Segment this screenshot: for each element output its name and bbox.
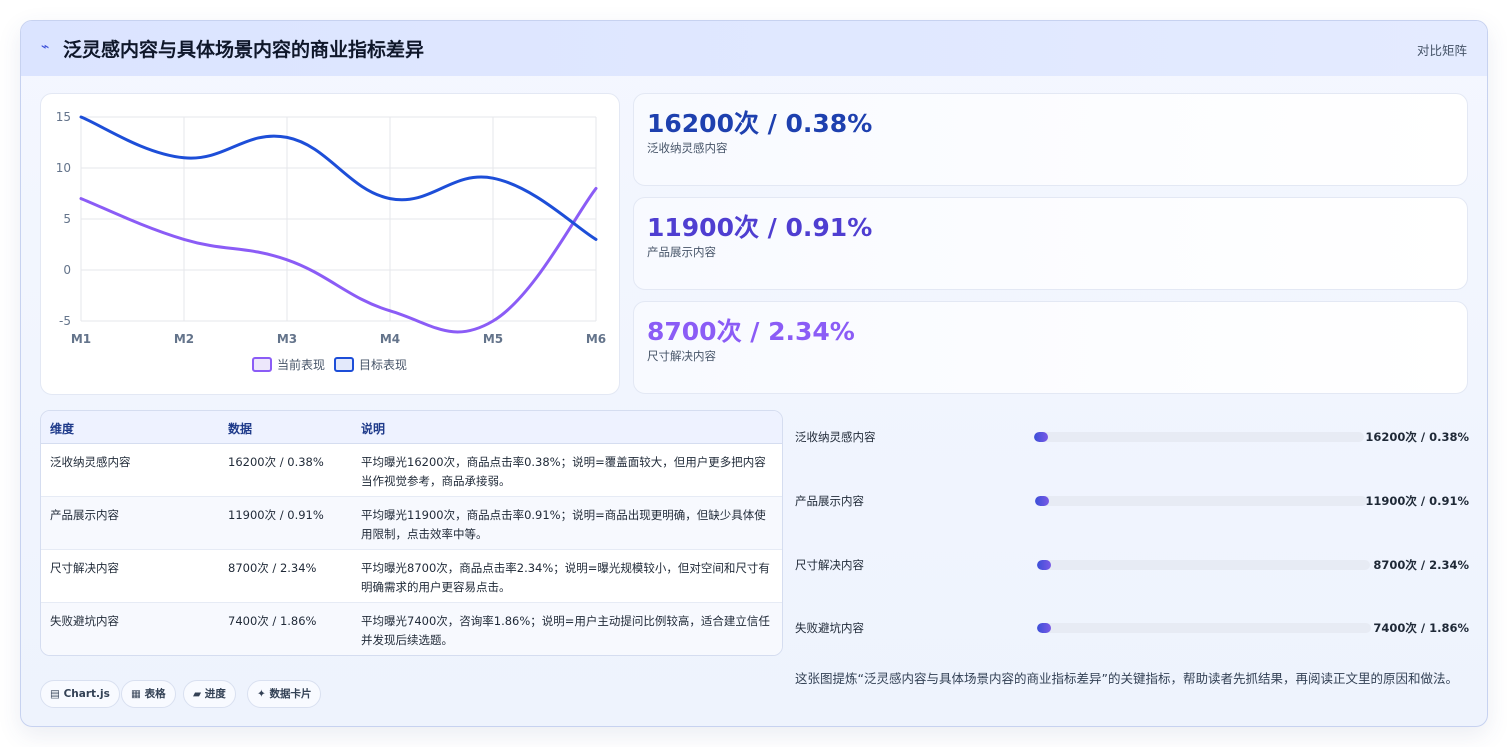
- column-header-dimension: 维度: [50, 422, 75, 436]
- cell-data: 8700次 / 2.34%: [228, 561, 317, 575]
- progress-value: 7400次 / 1.86%: [1373, 621, 1469, 635]
- progress-value: 16200次 / 0.38%: [1365, 430, 1469, 444]
- progress-row: 产品展示内容 11900次 / 0.91%: [795, 491, 1469, 511]
- stat-value: 16200次 / 0.38%: [647, 109, 873, 138]
- column-header-data: 数据: [228, 422, 253, 436]
- table-row: 泛收纳灵感内容 16200次 / 0.38% 平均曝光16200次，商品点击率0…: [41, 444, 782, 497]
- summary-note: 这张图提炼“泛灵感内容与具体场景内容的商业指标差异”的关键指标，帮助读者先抓结果…: [795, 671, 1458, 686]
- card-title: 泛灵感内容与具体场景内容的商业指标差异: [63, 39, 425, 61]
- comparison-card: ⌁ 泛灵感内容与具体场景内容的商业指标差异 对比矩阵 15 10 5 0 -5 M1 M2 M…: [20, 20, 1488, 727]
- line-chart: 15 10 5 0 -5 M1 M2 M3 M4 M5 M6 当前表现 目标表现: [40, 93, 620, 395]
- progress-row: 泛收纳灵感内容 16200次 / 0.38%: [795, 427, 1469, 447]
- series-line-2: [79, 115, 598, 241]
- y-tick-label: 10: [56, 161, 71, 175]
- data-table: 维度 数据 说明 泛收纳灵感内容 16200次 / 0.38% 平均曝光1620…: [40, 410, 783, 656]
- progress-fill: [1037, 560, 1051, 570]
- progress-fill: [1034, 432, 1048, 442]
- stat-value: 8700次 / 2.34%: [647, 317, 855, 346]
- legend-swatch: [334, 357, 354, 372]
- line-chart-svg: 15 10 5 0 -5M1 M2 M3 M4 M5 M6 当前表现 目标表现: [56, 110, 606, 372]
- cell-data: 16200次 / 0.38%: [228, 455, 324, 469]
- stat-value: 11900次 / 0.91%: [647, 213, 873, 242]
- table-row: 失败避坑内容 7400次 / 1.86% 平均曝光7400次，咨询率1.86%；…: [41, 603, 782, 655]
- stat-card-2: 11900次 / 0.91% 产品展示内容: [633, 197, 1468, 290]
- y-tick-label: 15: [56, 110, 71, 124]
- chip-chartjs[interactable]: ▤ Chart.js: [40, 680, 120, 708]
- progress-label: 泛收纳灵感内容: [795, 430, 876, 444]
- chip-table[interactable]: ▦ 表格: [121, 680, 176, 708]
- progress-value: 11900次 / 0.91%: [1365, 494, 1469, 508]
- cell-dimension: 失败避坑内容: [50, 614, 119, 628]
- y-tick-label: 5: [63, 212, 71, 226]
- progress-label: 失败避坑内容: [795, 621, 864, 635]
- cell-dimension: 尺寸解决内容: [50, 561, 119, 575]
- chip-progress[interactable]: ▰ 进度: [183, 680, 236, 708]
- progress-row: 失败避坑内容 7400次 / 1.86%: [795, 618, 1469, 638]
- x-tick-label: M5: [483, 332, 503, 346]
- series-line-1: [79, 186, 598, 334]
- progress-value: 8700次 / 2.34%: [1373, 558, 1469, 572]
- card-header: ⌁ 泛灵感内容与具体场景内容的商业指标差异 对比矩阵: [21, 21, 1487, 76]
- x-tick-label: M4: [380, 332, 400, 346]
- cell-data: 11900次 / 0.91%: [228, 508, 324, 522]
- chip-data-card[interactable]: ✦ 数据卡片: [247, 680, 322, 708]
- cell-dimension: 泛收纳灵感内容: [50, 455, 131, 469]
- progress-track: [1037, 623, 1371, 633]
- progress-track: [1035, 496, 1367, 506]
- header-tag: 对比矩阵: [1416, 43, 1467, 58]
- table-row: 尺寸解决内容 8700次 / 2.34% 平均曝光8700次，商品点击率2.34…: [41, 550, 782, 603]
- x-tick-label: M2: [174, 332, 194, 346]
- cell-description: 平均曝光11900次，商品点击率0.91%；说明=商品出现更明确，但缺少具体使用…: [361, 508, 766, 541]
- y-tick-label: -5: [59, 314, 71, 328]
- progress-label: 产品展示内容: [795, 494, 864, 508]
- stat-card-1: 16200次 / 0.38% 泛收纳灵感内容: [633, 93, 1468, 186]
- progress-fill: [1037, 623, 1051, 633]
- pulse-icon: ⌁: [41, 39, 50, 55]
- progress-track: [1034, 432, 1364, 442]
- legend-label: 目标表现: [359, 358, 407, 372]
- legend-label: 当前表现: [277, 357, 325, 372]
- legend-swatch: [252, 357, 272, 372]
- cell-dimension: 产品展示内容: [50, 508, 119, 522]
- progress-track: [1037, 560, 1370, 570]
- stat-label: 尺寸解决内容: [647, 349, 716, 363]
- progress-fill: [1035, 496, 1049, 506]
- progress-row: 尺寸解决内容 8700次 / 2.34%: [795, 555, 1469, 575]
- y-tick-label: 0: [63, 263, 71, 277]
- stat-label: 产品展示内容: [647, 245, 716, 259]
- cell-description: 平均曝光8700次，商品点击率2.34%；说明=曝光规模较小，但对空间和尺寸有明…: [361, 561, 770, 594]
- stat-card-3: 8700次 / 2.34% 尺寸解决内容: [633, 301, 1468, 394]
- progress-label: 尺寸解决内容: [795, 558, 864, 572]
- cell-description: 平均曝光7400次，咨询率1.86%；说明=用户主动提问比例较高，适合建立信任并…: [361, 614, 770, 647]
- column-header-description: 说明: [361, 422, 386, 436]
- x-tick-label: M1: [71, 332, 91, 346]
- table-row: 产品展示内容 11900次 / 0.91% 平均曝光11900次，商品点击率0.…: [41, 497, 782, 550]
- table-header: 维度 数据 说明: [41, 411, 782, 444]
- stat-label: 泛收纳灵感内容: [647, 141, 728, 155]
- cell-description: 平均曝光16200次，商品点击率0.38%；说明=覆盖面较大，但用户更多把内容当…: [361, 455, 766, 488]
- x-tick-label: M3: [277, 332, 297, 346]
- cell-data: 7400次 / 1.86%: [228, 614, 317, 628]
- x-tick-label: M6: [586, 332, 606, 346]
